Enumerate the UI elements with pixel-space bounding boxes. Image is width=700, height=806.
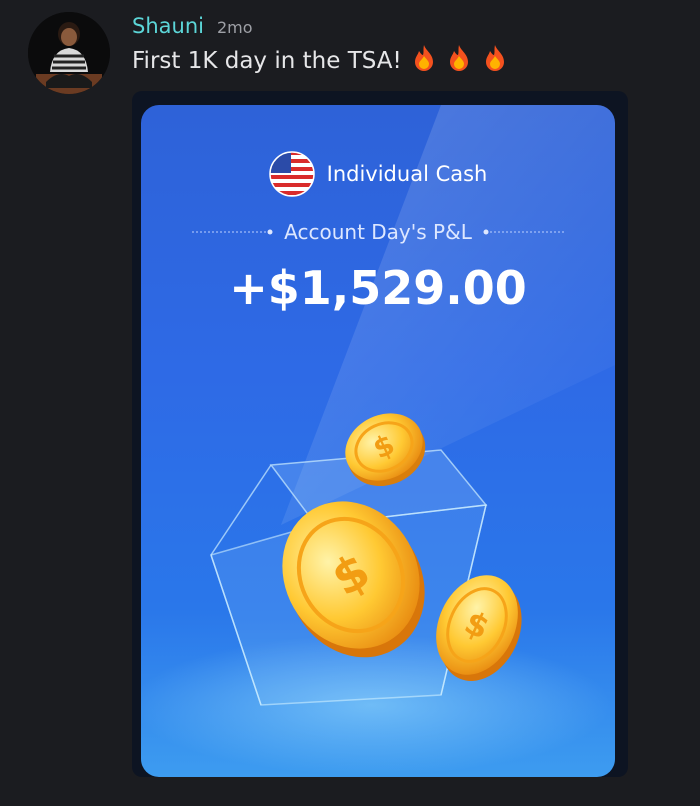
left-divider-icon [192,229,273,235]
coins-cube-illustration: $ $ $ [141,105,615,775]
user-avatar[interactable] [28,12,110,94]
post-message: First 1K day in the TSA! [132,44,508,78]
post-timestamp: 2mo [217,18,253,37]
account-name: Individual Cash [326,162,488,186]
message-text: First 1K day in the TSA! [132,48,402,74]
avatar-photo [28,12,110,94]
pl-share-card[interactable]: $ $ $ Individual Cash Account Day's P&L … [141,105,615,777]
pl-label: Account Day's P&L [284,220,472,244]
us-flag-icon [268,151,315,197]
fire-icon [482,44,508,78]
fire-icon [446,44,472,78]
right-divider-icon [483,229,564,235]
pl-label-row: Account Day's P&L [141,220,615,244]
username[interactable]: Shauni [132,14,204,38]
fire-icon [411,44,437,78]
pl-value: +$1,529.00 [229,261,527,315]
account-header: Individual Cash [141,151,615,197]
